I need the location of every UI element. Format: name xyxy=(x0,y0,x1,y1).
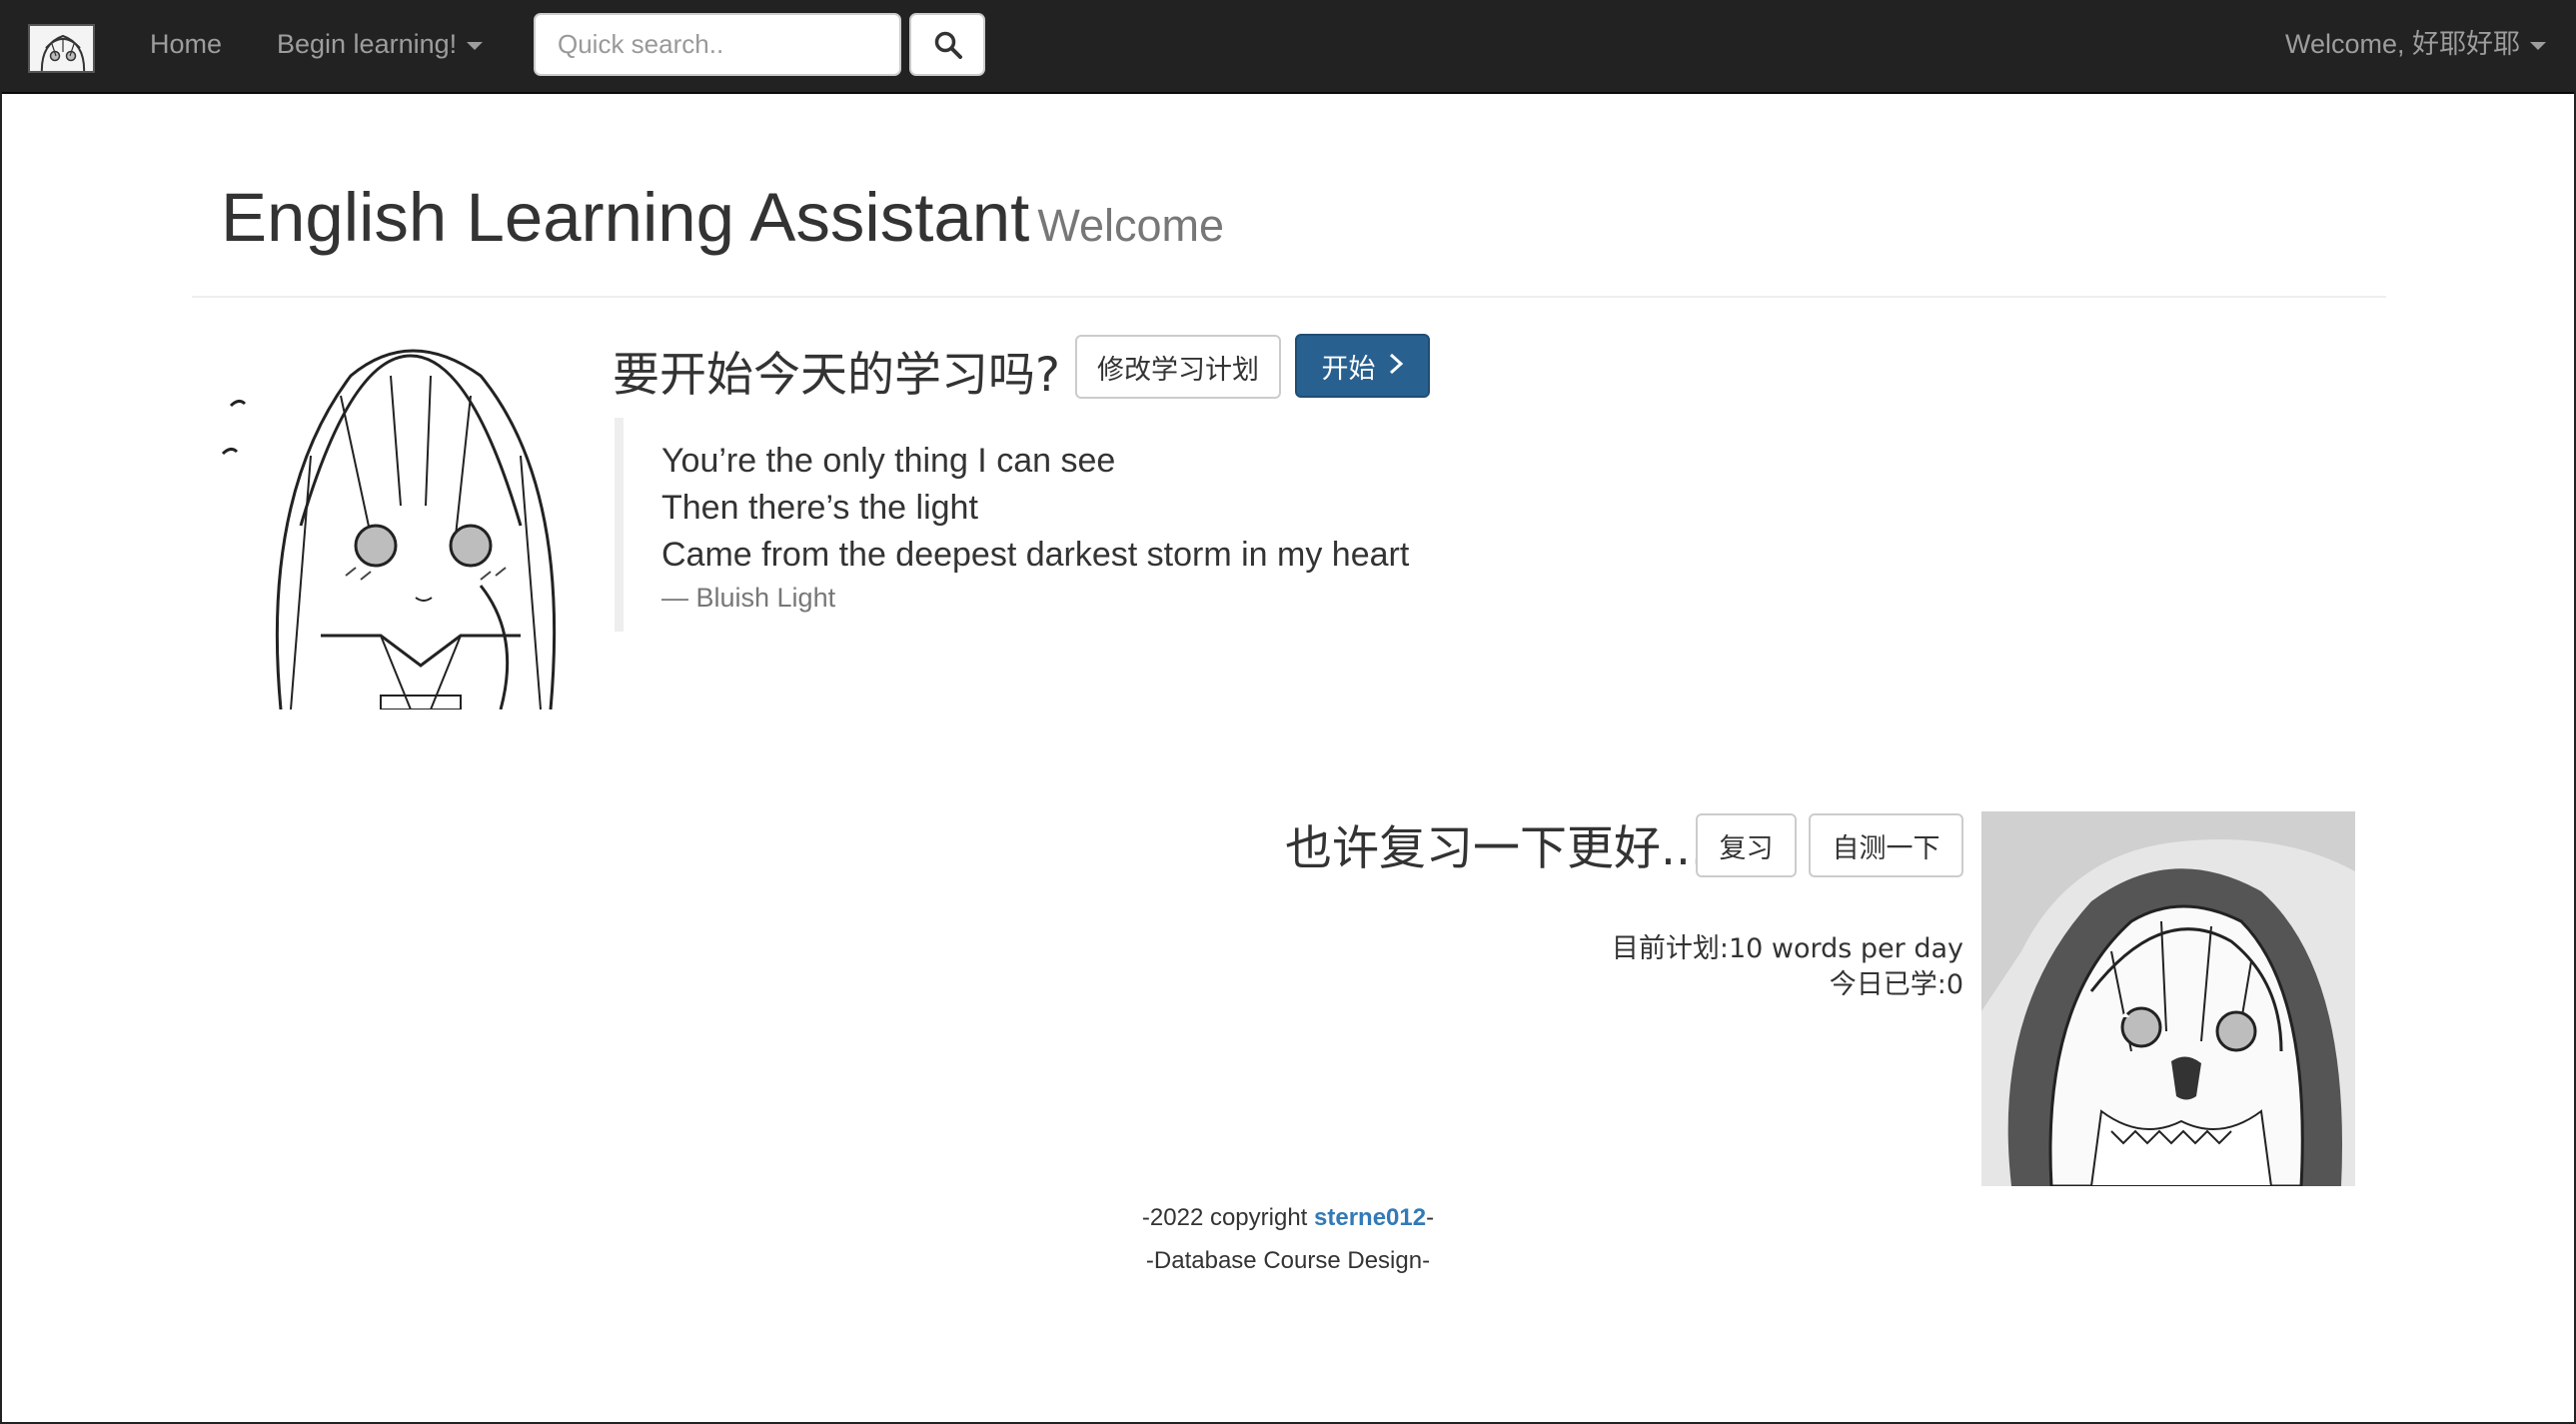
anime-girl-illustration xyxy=(221,336,594,710)
learned-today-text: 今日已学:0 xyxy=(1829,969,1963,1000)
review-button[interactable]: 复习 xyxy=(1696,813,1797,877)
song-quote: You’re the only thing I can see Then the… xyxy=(615,418,1514,632)
top-navbar: Home Begin learning! Welcome, 好耶好耶 xyxy=(0,0,2576,94)
header-divider xyxy=(192,296,2386,298)
quote-line-2: Then there’s the light xyxy=(661,489,978,527)
current-plan-text: 目前计划:10 words per day xyxy=(1611,933,1963,964)
caret-down-icon xyxy=(467,41,484,50)
quote-line-3: Came from the deepest darkest storm in m… xyxy=(661,536,1410,574)
caret-down-icon xyxy=(2530,41,2546,50)
page-title: English Learning Assistant Welcome xyxy=(221,178,1224,257)
start-button[interactable]: 开始 xyxy=(1295,334,1430,398)
search-icon xyxy=(934,31,962,59)
anime-girl-logo-icon[interactable] xyxy=(28,24,95,73)
copyright-suffix: - xyxy=(1426,1204,1435,1231)
course-design-text: -Database Course Design- xyxy=(1145,1247,1431,1274)
start-button-label: 开始 xyxy=(1321,353,1376,385)
user-welcome-dropdown[interactable]: Welcome, 好耶好耶 xyxy=(2285,0,2546,88)
page-title-text: English Learning Assistant xyxy=(221,179,1030,256)
author-link[interactable]: sterne012 xyxy=(1314,1204,1426,1231)
edit-plan-button[interactable]: 修改学习计划 xyxy=(1075,335,1281,399)
quote-line-1: You’re the only thing I can see xyxy=(661,442,1116,480)
nav-home-link[interactable]: Home xyxy=(150,0,222,88)
begin-learning-label: Begin learning! xyxy=(277,29,458,59)
chevron-right-icon xyxy=(1388,350,1404,383)
copyright-line: -2022 copyright sterne012- xyxy=(0,1204,2576,1232)
nav-begin-learning-dropdown[interactable]: Begin learning! xyxy=(277,0,484,88)
welcome-label: Welcome, 好耶好耶 xyxy=(2284,29,2520,59)
review-heading: 也许复习一下更好... xyxy=(1285,821,1706,876)
quick-search-input[interactable] xyxy=(534,13,901,76)
copyright-prefix: -2022 copyright xyxy=(1141,1204,1315,1231)
quote-source: — Bluish Light xyxy=(661,583,836,613)
page-subtitle: Welcome xyxy=(1037,200,1225,251)
self-test-button[interactable]: 自测一下 xyxy=(1809,813,1963,877)
start-learning-heading: 要开始今天的学习吗? xyxy=(613,348,1060,403)
anime-girl-surprised-illustration xyxy=(1981,811,2355,1186)
search-button[interactable] xyxy=(909,13,985,76)
